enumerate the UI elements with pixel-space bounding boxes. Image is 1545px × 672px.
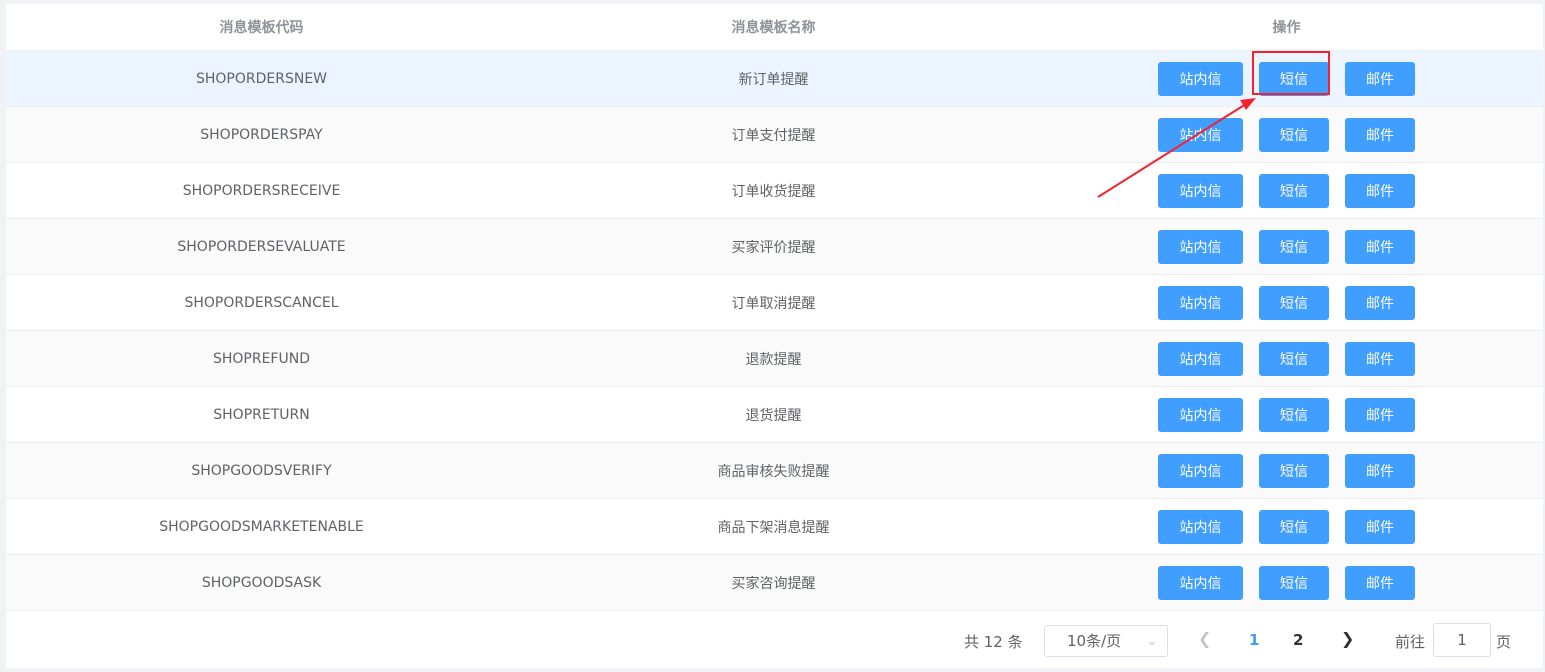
email-button[interactable]: 邮件 (1345, 397, 1415, 432)
action-buttons: 站内信 短信 邮件 (1030, 341, 1543, 376)
page-size-select[interactable]: 10条/页 ⌄ (1044, 625, 1168, 657)
actions-cell: 站内信 短信 邮件 (1030, 498, 1543, 555)
page-number-1[interactable]: 1 (1249, 631, 1259, 649)
table-row: SHOPORDERSNEW 新订单提醒 站内信 短信 邮件 (6, 50, 1543, 107)
table-row: SHOPORDERSEVALUATE 买家评价提醒 站内信 短信 邮件 (6, 218, 1543, 275)
template-code-cell: SHOPORDERSRECEIVE (6, 162, 517, 219)
sms-button[interactable]: 短信 (1259, 341, 1329, 376)
table-row: SHOPGOODSVERIFY 商品审核失败提醒 站内信 短信 邮件 (6, 442, 1543, 499)
sms-button[interactable]: 短信 (1259, 229, 1329, 264)
table-row: SHOPORDERSRECEIVE 订单收货提醒 站内信 短信 邮件 (6, 162, 1543, 219)
template-code-cell: SHOPGOODSVERIFY (6, 442, 517, 499)
page-unit-label: 页 (1496, 633, 1512, 651)
template-name-cell: 订单取消提醒 (517, 274, 1030, 331)
email-button[interactable]: 邮件 (1345, 565, 1415, 600)
chevron-down-icon: ⌄ (1146, 634, 1157, 648)
actions-cell: 站内信 短信 邮件 (1030, 330, 1543, 387)
sms-button[interactable]: 短信 (1259, 453, 1329, 488)
action-buttons: 站内信 短信 邮件 (1030, 173, 1543, 208)
template-name-cell: 商品审核失败提醒 (517, 442, 1030, 499)
table-row: SHOPRETURN 退货提醒 站内信 短信 邮件 (6, 386, 1543, 443)
template-name-cell: 订单收货提醒 (517, 162, 1030, 219)
site-message-button[interactable]: 站内信 (1158, 509, 1243, 544)
pagination: 共 12 条 10条/页 ⌄ ❮ 1 2 ❯ 前往 1 页 (6, 619, 1543, 663)
email-button[interactable]: 邮件 (1345, 117, 1415, 152)
actions-cell: 站内信 短信 邮件 (1030, 162, 1543, 219)
message-template-table: 消息模板代码 消息模板名称 操作 SHOPORDERSNEW 新订单提醒 站内信 短信… (6, 4, 1543, 611)
sms-button[interactable]: 短信 (1259, 117, 1329, 152)
template-table-panel: 消息模板代码 消息模板名称 操作 SHOPORDERSNEW 新订单提醒 站内信 短信… (6, 4, 1543, 668)
site-message-button[interactable]: 站内信 (1158, 397, 1243, 432)
template-code-cell: SHOPRETURN (6, 386, 517, 443)
header-template-code: 消息模板代码 (6, 4, 517, 51)
site-message-button[interactable]: 站内信 (1158, 117, 1243, 152)
email-button[interactable]: 邮件 (1345, 173, 1415, 208)
header-actions: 操作 (1030, 4, 1543, 51)
actions-cell: 站内信 短信 邮件 (1030, 274, 1543, 331)
template-code-cell: SHOPGOODSMARKETENABLE (6, 498, 517, 555)
template-name-cell: 商品下架消息提醒 (517, 498, 1030, 555)
action-buttons: 站内信 短信 邮件 (1030, 285, 1543, 320)
site-message-button[interactable]: 站内信 (1158, 229, 1243, 264)
site-message-button[interactable]: 站内信 (1158, 173, 1243, 208)
template-name-cell: 退货提醒 (517, 386, 1030, 443)
table-row: SHOPORDERSPAY 订单支付提醒 站内信 短信 邮件 (6, 106, 1543, 163)
template-code-cell: SHOPORDERSNEW (6, 50, 517, 107)
action-buttons: 站内信 短信 邮件 (1030, 453, 1543, 488)
next-page-icon[interactable]: ❯ (1341, 629, 1354, 648)
goto-page-input[interactable]: 1 (1433, 623, 1491, 657)
template-code-cell: SHOPREFUND (6, 330, 517, 387)
action-buttons: 站内信 短信 邮件 (1030, 61, 1543, 96)
site-message-button[interactable]: 站内信 (1158, 453, 1243, 488)
page-size-value: 10条/页 (1067, 632, 1122, 650)
sms-button[interactable]: 短信 (1259, 397, 1329, 432)
template-code-cell: SHOPORDERSPAY (6, 106, 517, 163)
site-message-button[interactable]: 站内信 (1158, 565, 1243, 600)
template-code-cell: SHOPGOODSASK (6, 554, 517, 611)
template-code-cell: SHOPORDERSEVALUATE (6, 218, 517, 275)
template-name-cell: 买家评价提醒 (517, 218, 1030, 275)
sms-button[interactable]: 短信 (1259, 565, 1329, 600)
action-buttons: 站内信 短信 邮件 (1030, 229, 1543, 264)
template-name-cell: 退款提醒 (517, 330, 1030, 387)
sms-button[interactable]: 短信 (1259, 173, 1329, 208)
table-header-row: 消息模板代码 消息模板名称 操作 (6, 4, 1543, 51)
sms-button[interactable]: 短信 (1259, 509, 1329, 544)
site-message-button[interactable]: 站内信 (1158, 61, 1243, 96)
email-button[interactable]: 邮件 (1345, 509, 1415, 544)
site-message-button[interactable]: 站内信 (1158, 285, 1243, 320)
header-template-name: 消息模板名称 (517, 4, 1030, 51)
page-number-2[interactable]: 2 (1293, 631, 1303, 649)
action-buttons: 站内信 短信 邮件 (1030, 565, 1543, 600)
goto-label: 前往 (1395, 633, 1426, 651)
sms-button[interactable]: 短信 (1259, 61, 1329, 96)
actions-cell: 站内信 短信 邮件 (1030, 442, 1543, 499)
prev-page-icon[interactable]: ❮ (1198, 629, 1211, 648)
template-code-cell: SHOPORDERSCANCEL (6, 274, 517, 331)
template-name-cell: 订单支付提醒 (517, 106, 1030, 163)
action-buttons: 站内信 短信 邮件 (1030, 509, 1543, 544)
actions-cell: 站内信 短信 邮件 (1030, 554, 1543, 611)
template-name-cell: 买家咨询提醒 (517, 554, 1030, 611)
email-button[interactable]: 邮件 (1345, 285, 1415, 320)
email-button[interactable]: 邮件 (1345, 229, 1415, 264)
action-buttons: 站内信 短信 邮件 (1030, 117, 1543, 152)
action-buttons: 站内信 短信 邮件 (1030, 397, 1543, 432)
actions-cell: 站内信 短信 邮件 (1030, 386, 1543, 443)
email-button[interactable]: 邮件 (1345, 453, 1415, 488)
table-row: SHOPREFUND 退款提醒 站内信 短信 邮件 (6, 330, 1543, 387)
template-name-cell: 新订单提醒 (517, 50, 1030, 107)
sms-button[interactable]: 短信 (1259, 285, 1329, 320)
pagination-total: 共 12 条 (964, 633, 1023, 651)
table-row: SHOPORDERSCANCEL 订单取消提醒 站内信 短信 邮件 (6, 274, 1543, 331)
actions-cell: 站内信 短信 邮件 (1030, 106, 1543, 163)
actions-cell: 站内信 短信 邮件 (1030, 50, 1543, 107)
table-row: SHOPGOODSASK 买家咨询提醒 站内信 短信 邮件 (6, 554, 1543, 611)
email-button[interactable]: 邮件 (1345, 341, 1415, 376)
actions-cell: 站内信 短信 邮件 (1030, 218, 1543, 275)
table-row: SHOPGOODSMARKETENABLE 商品下架消息提醒 站内信 短信 邮件 (6, 498, 1543, 555)
site-message-button[interactable]: 站内信 (1158, 341, 1243, 376)
email-button[interactable]: 邮件 (1345, 61, 1415, 96)
